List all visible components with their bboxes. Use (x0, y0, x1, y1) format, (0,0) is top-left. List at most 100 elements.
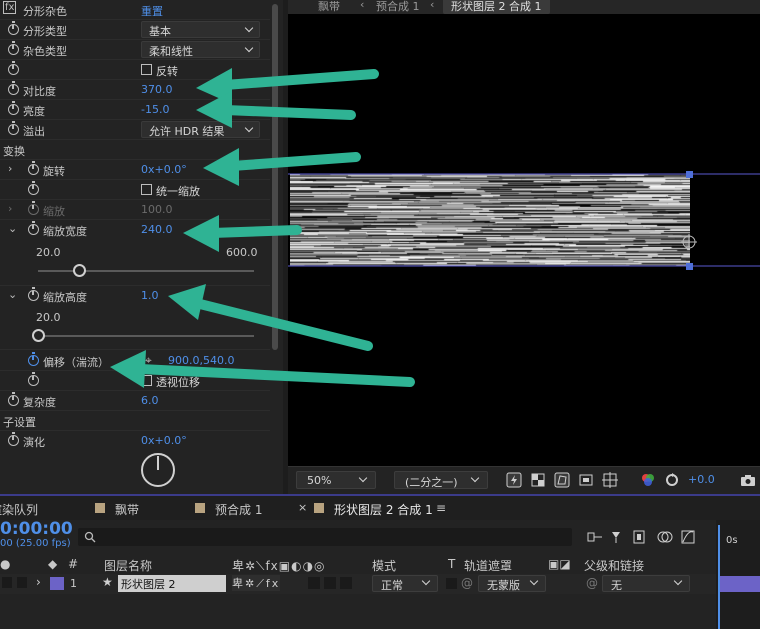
stopwatch-icon[interactable] (28, 181, 39, 195)
tab-shape-layer-comp[interactable]: 形状图层 2 合成 1 (334, 501, 433, 518)
zoom-dropdown[interactable]: 50% (296, 471, 376, 489)
chevron-right-icon[interactable]: › (8, 162, 12, 175)
breadcrumb-item[interactable]: 飘带 (318, 0, 340, 14)
transparency-grid-icon[interactable] (530, 472, 546, 488)
exposure-value[interactable]: +0.0 (688, 473, 715, 486)
parent-pickwhip-icon[interactable]: @ (586, 576, 598, 590)
scale-height-row: ⌄ 缩放高度 1.0 20.0 (0, 286, 270, 350)
sub-settings-row[interactable]: 子设置 (0, 411, 270, 431)
panel-scrollbar[interactable] (272, 4, 278, 350)
transform-group-row[interactable]: 变换 (0, 140, 270, 160)
layer-switches[interactable]: 卑✲⟋fx (232, 575, 281, 591)
menu-icon[interactable]: ≡ (436, 501, 446, 515)
layer-duration-bar[interactable] (720, 576, 760, 592)
scale-height-slider-track[interactable] (38, 335, 254, 337)
offset-value[interactable]: 900.0,540.0 (168, 354, 234, 367)
pickwhip-icon[interactable]: @ (461, 576, 473, 590)
composition-mini-flowchart-icon[interactable] (587, 532, 602, 542)
switch-cell[interactable] (340, 577, 352, 589)
chevron-down-icon[interactable]: ⌄ (8, 288, 17, 301)
switch-cell[interactable] (324, 577, 336, 589)
stopwatch-icon[interactable] (8, 392, 19, 406)
layer-label-color[interactable] (50, 577, 64, 590)
blend-mode-dropdown[interactable]: 正常 (372, 575, 438, 592)
noise-type-dropdown[interactable]: 柔和线性 (141, 41, 260, 58)
stopwatch-icon[interactable] (8, 432, 19, 446)
chevron-down-icon (529, 576, 539, 586)
invert-row: 反转 (0, 60, 270, 80)
switch-cell[interactable] (308, 577, 320, 589)
fractal-type-dropdown[interactable]: 基本 (141, 21, 260, 38)
stopwatch-icon[interactable] (28, 221, 39, 235)
region-of-interest-icon[interactable] (578, 472, 594, 488)
resolution-dropdown[interactable]: (二分之一) (394, 471, 488, 489)
preserve-transparency-header: T (448, 557, 456, 571)
slider-min-label: 20.0 (36, 246, 61, 259)
transform-handle[interactable] (686, 171, 693, 178)
scale-height-value[interactable]: 1.0 (141, 289, 159, 302)
stopwatch-icon[interactable] (28, 287, 39, 301)
layer-name-header[interactable]: 图层名称 (104, 557, 152, 574)
graph-editor-icon[interactable] (681, 530, 695, 544)
reset-link[interactable]: 重置 (141, 3, 163, 19)
fractal-type-value: 基本 (149, 25, 171, 38)
video-toggle[interactable] (2, 577, 12, 588)
stopwatch-icon[interactable] (28, 372, 39, 386)
lock-toggle[interactable] (17, 577, 27, 588)
scale-width-value[interactable]: 240.0 (141, 223, 173, 236)
layer-name-field[interactable]: 形状图层 2 (118, 575, 226, 592)
chevron-down-icon[interactable]: ⌄ (8, 222, 17, 235)
current-time-display[interactable]: 0:00:00 (0, 519, 73, 539)
invert-checkbox[interactable] (141, 64, 152, 75)
overflow-dropdown[interactable]: 允许 HDR 结果 (141, 121, 260, 138)
preserve-transparency-checkbox[interactable] (446, 578, 457, 589)
crosshair-icon[interactable]: ⌖ (145, 353, 152, 368)
fractal-type-row: 分形类型 基本 (0, 20, 270, 40)
time-ruler[interactable] (716, 520, 760, 629)
stopwatch-icon[interactable] (8, 101, 19, 115)
track-matte-dropdown[interactable]: 无蒙版 (478, 575, 546, 592)
tab-precomp-1[interactable]: 预合成 1 (215, 501, 262, 518)
parent-dropdown[interactable]: 无 (602, 575, 690, 592)
stopwatch-icon[interactable] (28, 161, 39, 175)
tab-piaodai[interactable]: 飘带 (115, 501, 139, 518)
grid-guides-icon[interactable] (602, 472, 618, 488)
close-icon[interactable]: × (298, 501, 307, 514)
frame-rate-label: 00 (25.00 fps) (0, 538, 71, 549)
tab-render-queue[interactable]: 渲染队列 (0, 501, 38, 518)
scale-width-label: 缩放宽度 (43, 225, 87, 238)
rotation-value[interactable]: 0x+0.0° (141, 163, 187, 176)
stopwatch-icon[interactable] (8, 121, 19, 135)
transform-handle[interactable] (686, 263, 693, 270)
fast-preview-icon[interactable] (506, 472, 522, 488)
contrast-value[interactable]: 370.0 (141, 83, 173, 96)
breadcrumb-item[interactable]: 预合成 1 (376, 0, 420, 14)
breadcrumb-item-active[interactable]: 形状图层 2 合成 1 (443, 0, 550, 14)
stopwatch-icon[interactable] (8, 21, 19, 35)
color-channels-icon[interactable] (640, 472, 656, 488)
stopwatch-icon[interactable] (8, 41, 19, 55)
chevron-down-icon (673, 576, 683, 586)
stopwatch-icon[interactable] (28, 352, 39, 366)
motion-blur-icon[interactable] (657, 531, 673, 543)
complexity-value[interactable]: 6.0 (141, 394, 159, 407)
evolution-dial[interactable] (139, 451, 177, 489)
scale-width-slider-track[interactable] (38, 270, 254, 272)
mask-visibility-icon[interactable] (554, 472, 570, 488)
timeline-search-input[interactable] (78, 528, 572, 546)
evolution-value[interactable]: 0x+0.0° (141, 434, 187, 447)
scale-width-slider-knob[interactable] (72, 264, 86, 277)
perspective-offset-checkbox[interactable] (141, 375, 152, 386)
stopwatch-icon[interactable] (8, 81, 19, 95)
chevron-down-icon (244, 123, 254, 133)
chevron-right-icon[interactable]: › (8, 202, 12, 215)
scale-height-slider-knob[interactable] (31, 329, 45, 342)
frame-blending-icon[interactable] (633, 530, 645, 544)
reset-exposure-icon[interactable] (664, 472, 680, 488)
stopwatch-icon[interactable] (8, 61, 19, 75)
chevron-right-icon[interactable]: › (36, 575, 41, 589)
draft-3d-icon[interactable] (612, 532, 620, 543)
camera-icon[interactable] (740, 472, 756, 488)
uniform-scale-checkbox[interactable] (141, 184, 152, 195)
brightness-value[interactable]: -15.0 (141, 103, 169, 116)
